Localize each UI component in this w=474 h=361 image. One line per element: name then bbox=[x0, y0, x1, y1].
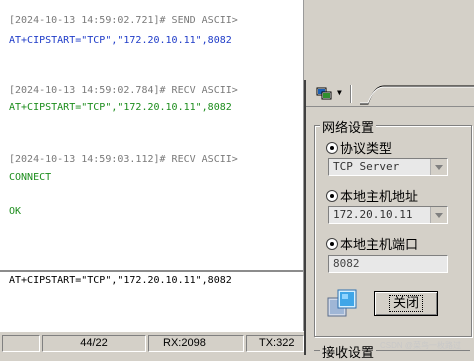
network-connection-icon bbox=[327, 289, 357, 317]
network-monitor-icon[interactable] bbox=[316, 87, 332, 100]
send-input[interactable]: AT+CIPSTART="TCP","172.20.10.11",8082 bbox=[0, 270, 304, 331]
dropdown-arrow-icon[interactable]: ▼ bbox=[337, 88, 342, 97]
background-area bbox=[304, 0, 474, 80]
local-ip-label[interactable]: 本地主机地址 bbox=[326, 186, 418, 205]
local-ip-select[interactable]: 172.20.10.11 bbox=[328, 206, 448, 224]
protocol-label[interactable]: 协议类型 bbox=[326, 138, 392, 157]
log-line: OK bbox=[9, 206, 22, 217]
radio-icon bbox=[326, 142, 338, 154]
local-port-input[interactable]: 8082 bbox=[328, 255, 448, 273]
radio-icon bbox=[326, 238, 338, 250]
log-line: [2024-10-13 14:59:03.112]# RECV ASCII> bbox=[9, 154, 238, 165]
status-bar: 44/22 RX:2098 TX:322 bbox=[0, 331, 304, 356]
log-line: AT+CIPSTART="TCP","172.20.10.11",8082 bbox=[9, 102, 232, 113]
chevron-down-icon[interactable] bbox=[430, 207, 447, 223]
protocol-select[interactable]: TCP Server bbox=[328, 158, 448, 176]
log-line: CONNECT bbox=[9, 172, 52, 183]
local-port-label[interactable]: 本地主机端口 bbox=[326, 234, 418, 253]
status-cell-empty bbox=[2, 335, 40, 352]
status-tx-count: TX:322 bbox=[246, 335, 304, 352]
toolbar-separator bbox=[350, 85, 351, 103]
receive-log[interactable]: [2024-10-13 14:59:02.721]# SEND ASCII> A… bbox=[0, 0, 304, 270]
network-settings-title: 网络设置 bbox=[320, 117, 377, 136]
log-line: [2024-10-13 14:59:02.721]# SEND ASCII> bbox=[9, 15, 238, 26]
tab-outline bbox=[360, 85, 474, 105]
close-button[interactable]: 关闭 bbox=[374, 291, 438, 316]
chevron-down-icon[interactable] bbox=[430, 159, 447, 175]
radio-icon bbox=[326, 190, 338, 202]
receive-settings-title: 接收设置 bbox=[320, 342, 377, 361]
status-line-count: 44/22 bbox=[42, 335, 146, 352]
status-rx-count: RX:2098 bbox=[148, 335, 244, 352]
log-line: AT+CIPSTART="TCP","172.20.10.11",8082 bbox=[9, 35, 232, 46]
log-line: [2024-10-13 14:59:02.784]# RECV ASCII> bbox=[9, 85, 238, 96]
watermark: CSDN @菜鸟一枚路过 bbox=[380, 341, 462, 350]
